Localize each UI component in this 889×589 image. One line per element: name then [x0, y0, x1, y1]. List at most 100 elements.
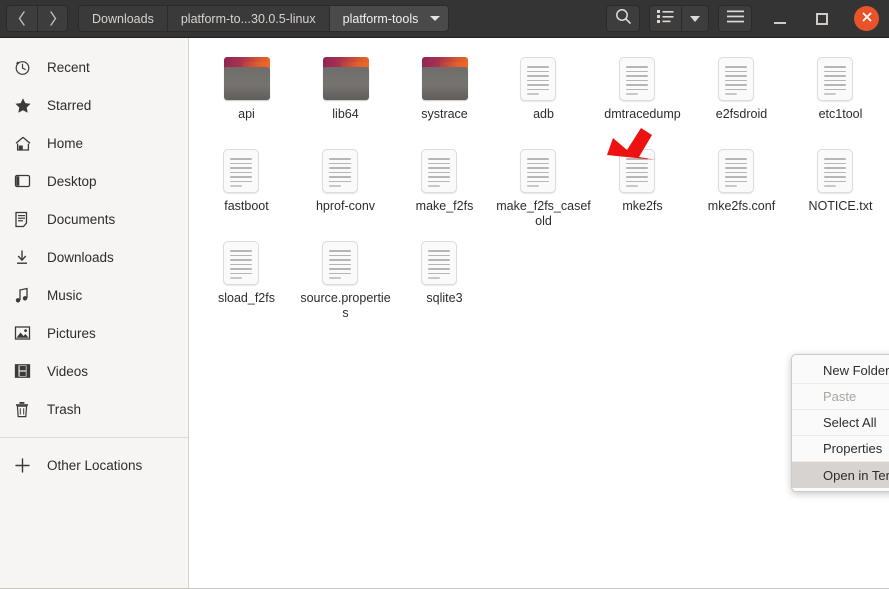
file-name-label: NOTICE.txt [808, 199, 873, 213]
file-item[interactable]: e2fsdroid [692, 50, 791, 142]
file-item[interactable]: source.properties [296, 234, 395, 326]
sidebar-item-label: Music [47, 287, 83, 303]
sidebar-divider [0, 437, 188, 438]
file-item[interactable]: sqlite3 [395, 234, 494, 326]
hamburger-menu-icon [726, 10, 744, 28]
minimize-button[interactable] [766, 5, 794, 33]
folder-icon [322, 54, 370, 102]
folder-item[interactable]: api [197, 50, 296, 142]
search-icon [615, 8, 632, 30]
sidebar-item-downloads[interactable]: Downloads [0, 238, 188, 276]
sidebar-item-documents[interactable]: Documents [0, 200, 188, 238]
sidebar-item-starred[interactable]: Starred [0, 86, 188, 124]
back-button[interactable] [6, 5, 37, 32]
sidebar-item-videos[interactable]: Videos [0, 352, 188, 390]
sidebar-item-label: Other Locations [47, 457, 143, 473]
context-menu-item-label: New Folder [823, 363, 889, 378]
folder-item[interactable]: lib64 [296, 50, 395, 142]
sidebar-item-pictures[interactable]: Pictures [0, 314, 188, 352]
folder-icon [223, 54, 271, 102]
document-icon [14, 210, 36, 228]
sidebar-item-label: Pictures [47, 325, 96, 341]
sidebar-item-home[interactable]: Home [0, 124, 188, 162]
view-options-group [649, 5, 709, 32]
sidebar-item-label: Trash [47, 401, 82, 417]
document-icon [420, 146, 469, 194]
sidebar-item-desktop[interactable]: Desktop [0, 162, 188, 200]
file-name-label: e2fsdroid [715, 107, 768, 121]
document-icon [222, 146, 271, 194]
file-name-label: api [238, 107, 255, 121]
file-name-label: etc1tool [818, 107, 863, 121]
sidebar-item-other-locations[interactable]: Other Locations [0, 446, 188, 484]
main-menu-button[interactable] [718, 5, 752, 32]
sidebar-item-music[interactable]: Music [0, 276, 188, 314]
file-name-label: dmtracedump [604, 107, 681, 121]
folder-item[interactable]: systrace [395, 50, 494, 142]
file-name-label: make_f2fs [415, 199, 474, 213]
file-item[interactable]: NOTICE.txt [791, 142, 889, 234]
file-item[interactable]: etc1tool [791, 50, 889, 142]
chevron-down-icon [430, 16, 441, 21]
sidebar-item-label: Desktop [47, 173, 97, 189]
document-icon [519, 146, 568, 194]
close-button[interactable] [854, 6, 879, 31]
context-menu-item: Paste [792, 384, 889, 410]
file-item[interactable]: adb [494, 50, 593, 142]
file-name-label: source.properties [300, 291, 391, 320]
sidebar-item-recent[interactable]: Recent [0, 48, 188, 86]
trash-icon [14, 400, 36, 418]
context-menu-item[interactable]: Select AllCtrl+A [792, 410, 889, 436]
chevron-left-icon [17, 11, 27, 26]
file-name-label: mke2fs [622, 199, 663, 213]
file-name-label: adb [533, 107, 554, 121]
context-menu-item-label: Select All [823, 415, 877, 430]
file-name-label: sqlite3 [426, 291, 463, 305]
file-item[interactable]: sload_f2fs [197, 234, 296, 326]
breadcrumb: Downloads platform-to...30.0.5-linux pla… [78, 5, 450, 32]
music-icon [14, 286, 36, 304]
file-item[interactable]: fastboot [197, 142, 296, 234]
document-icon [321, 146, 370, 194]
file-name-label: systrace [421, 107, 468, 121]
document-icon [816, 146, 865, 194]
file-item[interactable]: mke2fs.conf [692, 142, 791, 234]
file-item[interactable]: hprof-conv [296, 142, 395, 234]
navigation-buttons [6, 5, 68, 32]
search-button[interactable] [606, 5, 640, 32]
sidebar: Recent Starred Home Desktop Documents Do… [0, 38, 189, 588]
file-item[interactable]: dmtracedump [593, 50, 692, 142]
sidebar-item-label: Starred [47, 97, 92, 113]
document-icon [717, 54, 766, 102]
context-menu-item[interactable]: Open in Terminal [792, 462, 889, 488]
star-icon [14, 96, 36, 114]
maximize-button[interactable] [808, 5, 836, 33]
document-icon [816, 54, 865, 102]
view-dropdown-button[interactable] [681, 5, 709, 32]
file-item[interactable]: make_f2fs_casefold [494, 142, 593, 234]
picture-icon [14, 324, 36, 342]
file-name-label: lib64 [332, 107, 359, 121]
breadcrumb-item-platform-tools-archive[interactable]: platform-to...30.0.5-linux [166, 5, 329, 32]
sidebar-item-label: Videos [47, 363, 89, 379]
video-icon [14, 362, 36, 380]
breadcrumb-label: platform-tools [342, 11, 419, 26]
document-icon [222, 238, 271, 286]
document-icon [420, 238, 469, 286]
breadcrumb-item-downloads[interactable]: Downloads [78, 5, 167, 32]
context-menu-item-label: Open in Terminal [823, 467, 889, 483]
file-item[interactable]: make_f2fs [395, 142, 494, 234]
sidebar-item-label: Documents [47, 211, 116, 227]
file-list-area[interactable]: api lib64 systrace adb dmtracedump e2fsdroid e… [189, 38, 889, 588]
document-icon [717, 146, 766, 194]
context-menu-item[interactable]: Properties [792, 436, 889, 462]
minimize-icon [774, 21, 786, 24]
context-menu-item[interactable]: New FolderShift+Ctrl+N [792, 358, 889, 384]
sidebar-item-trash[interactable]: Trash [0, 390, 188, 428]
folder-icon [421, 54, 469, 102]
forward-button[interactable] [37, 5, 68, 32]
chevron-down-icon [690, 15, 700, 22]
view-list-button[interactable] [649, 5, 681, 32]
file-item[interactable]: mke2fs [593, 142, 692, 234]
breadcrumb-item-platform-tools[interactable]: platform-tools [328, 5, 450, 32]
